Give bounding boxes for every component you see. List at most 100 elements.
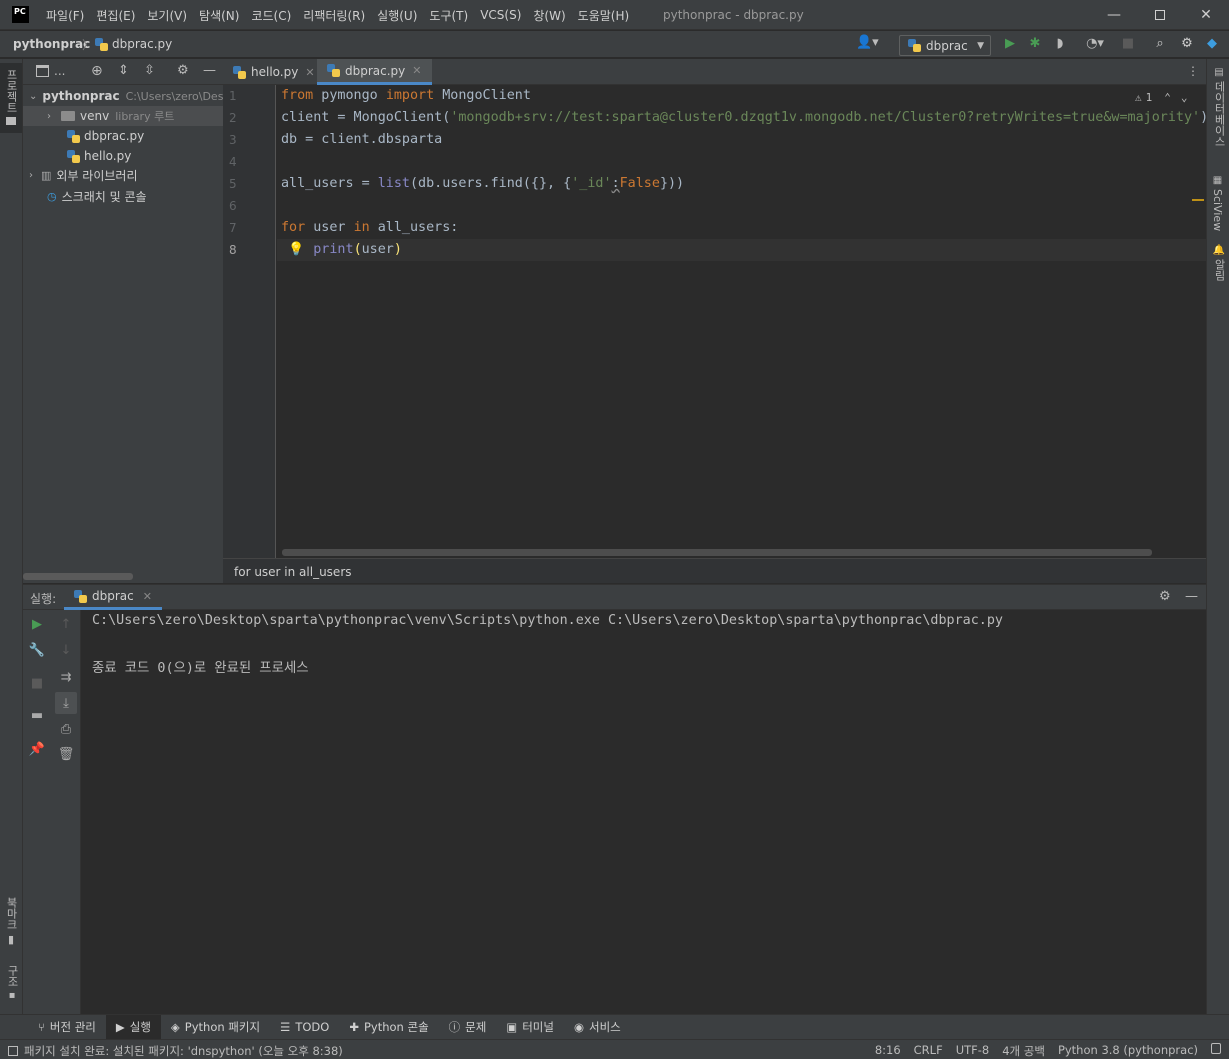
python-interpreter[interactable]: Python 3.8 (pythonprac) <box>1058 1043 1198 1059</box>
tree-item-dbprac[interactable]: dbprac.py <box>23 126 223 146</box>
breadcrumb-file[interactable]: dbprac.py <box>95 37 172 51</box>
close-window-button[interactable]: ✕ <box>1183 0 1229 30</box>
toolwindow-services[interactable]: ◉ 서비스 <box>564 1015 631 1040</box>
lightbulb-icon[interactable]: 💡 <box>288 242 304 257</box>
tree-item-scratches[interactable]: ◷ 스크래치 및 콘솔 <box>23 186 223 206</box>
menu-refactor[interactable]: 리팩터링(R) <box>297 7 371 24</box>
toolwindow-label: 버전 관리 <box>49 1020 96 1034</box>
menu-vcs[interactable]: VCS(S) <box>474 8 527 22</box>
scroll-up-icon[interactable]: ↑ <box>57 615 75 633</box>
scratches-icon: ◷ <box>47 189 57 203</box>
bookmarks-tool-button[interactable]: 북마크 ▮ <box>3 897 19 946</box>
python-file-icon <box>327 64 340 77</box>
breadcrumb-project[interactable]: pythonprac <box>13 37 90 51</box>
toolwindow-version-control[interactable]: ⑂ 버전 관리 <box>28 1015 106 1040</box>
soft-wrap-icon[interactable]: ⇉ <box>57 668 75 686</box>
toolwindow-python-console[interactable]: ✚ Python 콘솔 <box>339 1015 438 1040</box>
tab-dbprac-py[interactable]: dbprac.py ✕ <box>317 59 432 85</box>
expand-all-icon[interactable]: ⇕ <box>118 63 129 78</box>
search-icon[interactable]: ⌕ <box>1151 34 1169 52</box>
settings-icon[interactable]: ⚙ <box>1178 34 1196 52</box>
structure-tool-button[interactable]: 구조 ▪ <box>4 965 20 1001</box>
rerun-icon[interactable]: ▶ <box>28 615 46 633</box>
notifications-tool-button[interactable]: 🔔 알림 <box>1211 245 1227 281</box>
tab-hello-py[interactable]: hello.py ✕ <box>223 59 325 85</box>
bookmark-icon: ▮ <box>7 933 15 946</box>
status-message[interactable]: 패키지 설치 완료: 설치된 패키지: 'dnspython' (오늘 오후 8… <box>8 1043 343 1059</box>
layout-icon[interactable]: ▬ <box>28 706 46 724</box>
hide-panel-icon[interactable]: — <box>203 63 216 78</box>
minimize-button[interactable]: — <box>1091 0 1137 30</box>
project-view-selector[interactable]: ... <box>54 64 65 78</box>
debug-icon[interactable]: ✱ <box>1026 34 1044 52</box>
python-file-icon <box>95 37 108 51</box>
line-separator[interactable]: CRLF <box>914 1043 943 1059</box>
profile-icon[interactable]: ◔▾ <box>1078 34 1112 52</box>
toggle-tool-windows-icon[interactable] <box>8 1046 18 1056</box>
next-highlight-icon[interactable]: ⌄ <box>1181 91 1188 104</box>
editor-horizontal-scrollbar[interactable] <box>282 549 1152 556</box>
coverage-icon[interactable]: ◗ <box>1051 34 1069 52</box>
tree-root-path: C:\Users\zero\Deskt <box>125 89 223 103</box>
run-configuration-selector[interactable]: dbprac ▼ <box>899 35 991 56</box>
tree-item-hello[interactable]: hello.py <box>23 146 223 166</box>
caret-position[interactable]: 8:16 <box>875 1043 901 1059</box>
print-icon[interactable]: ⎙ <box>57 720 75 738</box>
modify-run-config-icon[interactable]: 🔧 <box>28 641 46 659</box>
warning-stripe-marker[interactable] <box>1192 199 1204 201</box>
maximize-button[interactable] <box>1137 0 1183 30</box>
scroll-down-icon[interactable]: ↓ <box>57 641 75 659</box>
database-tool-button[interactable]: ▤ 데이터베이스 <box>1211 67 1227 147</box>
code-editor[interactable]: from pymongo import MongoClient client =… <box>277 85 1208 558</box>
menu-code[interactable]: 코드(C) <box>245 7 297 24</box>
menu-window[interactable]: 창(W) <box>527 7 571 24</box>
file-encoding[interactable]: UTF-8 <box>956 1043 990 1059</box>
toolwindow-run[interactable]: ▶ 실행 <box>105 1014 161 1040</box>
pin-tab-icon[interactable]: 📌 <box>28 740 46 758</box>
user-account-icon[interactable]: 👤▾ <box>856 35 879 50</box>
indent-setting[interactable]: 4개 공백 <box>1002 1043 1045 1059</box>
code-breadcrumb[interactable]: for user in all_users <box>234 565 352 579</box>
menu-help[interactable]: 도움말(H) <box>572 7 636 24</box>
run-tab-dbprac[interactable]: dbprac ✕ <box>64 585 162 610</box>
project-tool-button[interactable]: 프로젝트 <box>0 63 22 133</box>
hide-run-panel-icon[interactable]: — <box>1185 589 1198 604</box>
menu-run[interactable]: 실행(U) <box>371 7 423 24</box>
sciview-tool-button[interactable]: ▦ SciView <box>1211 175 1224 231</box>
toolwindow-terminal[interactable]: ▣ 터미널 <box>496 1015 564 1040</box>
panel-settings-icon[interactable]: ⚙ <box>177 63 189 78</box>
inspection-widget[interactable]: ⚠ 1 ⌃ ⌄ <box>1135 91 1188 104</box>
database-tool-label: 데이터베이스 <box>1213 81 1226 147</box>
jetbrains-toolbox-icon[interactable]: ◆ <box>1203 34 1221 52</box>
scroll-to-end-icon[interactable]: ⤓ <box>55 692 77 714</box>
menu-edit[interactable]: 편집(E) <box>90 7 141 24</box>
menu-navigate[interactable]: 탐색(N) <box>193 7 245 24</box>
run-icon[interactable]: ▶ <box>1001 34 1019 52</box>
close-tab-icon[interactable]: ✕ <box>412 64 421 77</box>
menu-tools[interactable]: 도구(T) <box>423 7 474 24</box>
run-settings-icon[interactable]: ⚙ <box>1159 589 1171 604</box>
tree-item-external-libraries[interactable]: › ▥ 외부 라이브러리 <box>23 165 223 185</box>
project-horizontal-scrollbar[interactable] <box>23 573 133 580</box>
menu-file[interactable]: 파일(F) <box>40 7 90 24</box>
locate-file-icon[interactable]: ⊕ <box>91 63 103 79</box>
more-tabs-icon[interactable]: ⋮ <box>1187 64 1199 78</box>
clear-all-icon[interactable]: 🗑 <box>57 745 75 763</box>
close-tab-icon[interactable]: ✕ <box>143 590 152 603</box>
tree-root-pythonprac[interactable]: ⌄ pythonprac C:\Users\zero\Deskt <box>23 86 223 106</box>
warning-icon: ⚠ <box>1135 91 1142 104</box>
collapse-all-icon[interactable]: ⇳ <box>144 63 155 78</box>
tree-item-venv[interactable]: › venv library 루트 <box>23 106 223 126</box>
toolwindow-problems[interactable]: ⓘ 문제 <box>439 1015 497 1040</box>
run-console-output[interactable]: C:\Users\zero\Desktop\sparta\pythonprac\… <box>82 610 1206 1014</box>
stop-icon[interactable]: ■ <box>28 674 46 692</box>
close-tab-icon[interactable]: ✕ <box>305 66 314 79</box>
close-icon: ✕ <box>1200 7 1212 23</box>
toolwindow-todo[interactable]: ☰ TODO <box>270 1015 339 1040</box>
previous-highlight-icon[interactable]: ⌃ <box>1164 91 1171 104</box>
stop-icon[interactable]: ■ <box>1119 34 1137 52</box>
project-view-icon[interactable] <box>36 65 49 77</box>
menu-view[interactable]: 보기(V) <box>141 7 193 24</box>
lock-icon[interactable] <box>1211 1043 1221 1054</box>
toolwindow-python-packages[interactable]: ◈ Python 패키지 <box>161 1015 270 1040</box>
